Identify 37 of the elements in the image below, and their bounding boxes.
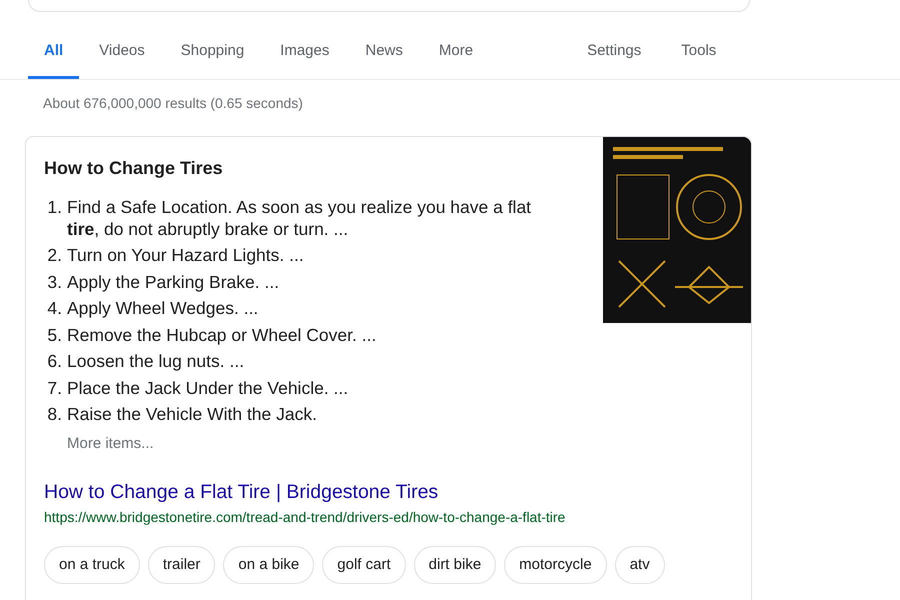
step-number: 2. bbox=[46, 244, 63, 266]
step-text: Loosen the lug nuts. ... bbox=[67, 350, 244, 372]
related-search-chip[interactable]: atv bbox=[614, 546, 665, 584]
step-text: Apply Wheel Wedges. ... bbox=[67, 297, 258, 319]
step-text: Place the Jack Under the Vehicle. ... bbox=[67, 376, 348, 398]
result-url: https://www.bridgestonetire.com/tread-and-trend/drivers-ed/how-to-change-a-flat-tire bbox=[44, 508, 566, 527]
result-title-link[interactable]: How to Change a Flat Tire | Bridgestone Tires bbox=[44, 480, 438, 502]
search-field[interactable] bbox=[28, 0, 750, 12]
step-text: Find a Safe Location. As soon as you realize you have a flat tire, do not abruptly brake or turn. ... bbox=[67, 196, 532, 240]
toolbar-link[interactable]: Tools bbox=[661, 36, 736, 78]
search-tab[interactable]: All bbox=[28, 36, 80, 78]
result-stats: About 676,000,000 results (0.65 seconds) bbox=[43, 94, 304, 113]
step-text: Turn on Your Hazard Lights. ... bbox=[67, 244, 304, 266]
search-tab[interactable]: Images bbox=[264, 36, 346, 78]
step-text: Raise the Vehicle With the Jack. bbox=[67, 403, 317, 425]
step-number: 3. bbox=[46, 270, 63, 292]
related-search-chip[interactable]: dirt bike bbox=[414, 546, 496, 584]
related-search-chip[interactable]: golf cart bbox=[322, 546, 406, 584]
step-number: 8. bbox=[46, 403, 63, 425]
step-number: 1. bbox=[46, 196, 63, 218]
search-tab[interactable]: News bbox=[349, 36, 419, 78]
related-search-chip[interactable]: on a truck bbox=[44, 546, 140, 584]
step-number: 4. bbox=[46, 297, 63, 319]
more-items-link[interactable]: More items... bbox=[67, 433, 603, 456]
search-tab[interactable]: Shopping bbox=[164, 36, 260, 78]
related-search-chip[interactable]: trailer bbox=[148, 546, 216, 584]
related-search-chip[interactable]: motorcycle bbox=[504, 546, 607, 584]
step-number: 6. bbox=[46, 350, 63, 372]
step-text: Remove the Hubcap or Wheel Cover. ... bbox=[67, 324, 376, 346]
related-search-chip[interactable]: on a bike bbox=[223, 546, 314, 584]
step-number: 5. bbox=[46, 324, 63, 346]
step-number: 7. bbox=[46, 376, 63, 398]
search-tab[interactable]: More bbox=[422, 36, 490, 78]
search-tab[interactable]: Videos bbox=[83, 36, 161, 78]
snippet-title: How to Change Tires bbox=[44, 156, 224, 180]
toolbar-link[interactable]: Settings bbox=[567, 36, 662, 78]
step-text: Apply the Parking Brake. ... bbox=[67, 270, 280, 292]
